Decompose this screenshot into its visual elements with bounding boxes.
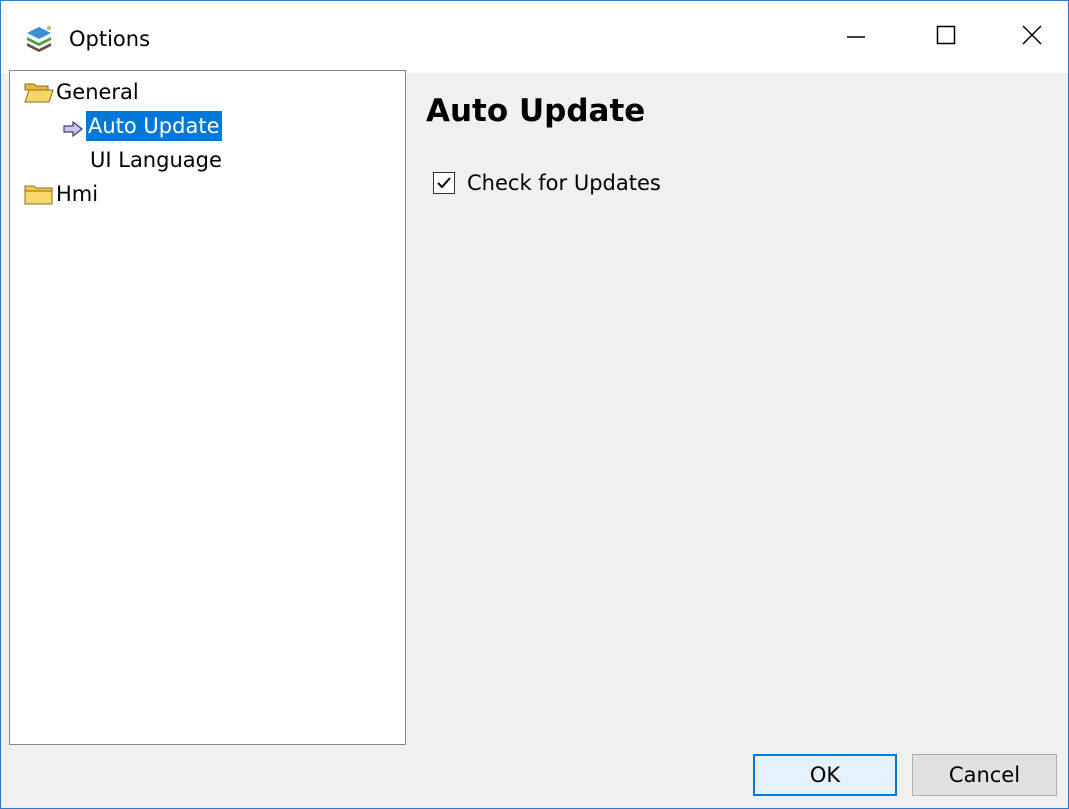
folder-closed-icon <box>24 183 54 205</box>
minimize-icon <box>846 25 866 49</box>
options-tree[interactable]: General Auto Update UI Language Hmi <box>9 70 406 745</box>
maximize-button[interactable] <box>901 1 991 73</box>
ok-button[interactable]: OK <box>753 754 897 796</box>
tree-item-hmi[interactable]: Hmi <box>24 177 98 211</box>
arrow-right-icon <box>62 118 84 138</box>
tree-item-label: Auto Update <box>86 111 222 141</box>
page-title: Auto Update <box>426 93 646 129</box>
window-title: Options <box>69 27 151 51</box>
check-for-updates-label: Check for Updates <box>467 171 661 195</box>
tree-item-label: General <box>56 80 139 104</box>
close-icon <box>1022 25 1042 49</box>
tree-item-label: Hmi <box>56 182 99 206</box>
cancel-button[interactable]: Cancel <box>912 754 1057 796</box>
tree-item-label: UI Language <box>90 148 222 172</box>
close-button[interactable] <box>987 1 1069 73</box>
title-bar[interactable]: Options <box>1 1 1068 73</box>
folder-open-icon <box>24 81 54 103</box>
tree-item-ui-language[interactable]: UI Language <box>90 143 222 177</box>
maximize-icon <box>936 25 956 49</box>
tree-item-general[interactable]: General <box>24 75 139 109</box>
tree-item-auto-update[interactable]: Auto Update <box>62 109 222 143</box>
minimize-button[interactable] <box>811 1 901 73</box>
options-window: Options General Auto Update UI Language … <box>0 0 1069 809</box>
check-for-updates-checkbox[interactable] <box>433 172 455 194</box>
app-layers-icon <box>23 23 55 55</box>
checkmark-icon <box>437 177 451 189</box>
check-for-updates-option[interactable]: Check for Updates <box>433 167 661 199</box>
